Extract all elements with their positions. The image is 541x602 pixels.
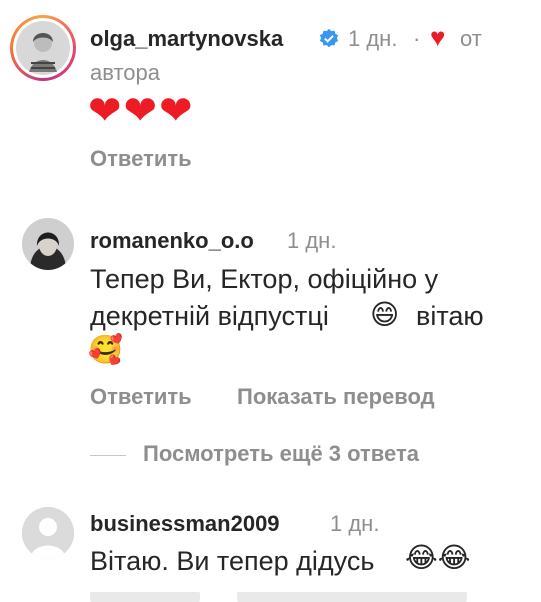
replies-divider <box>90 455 126 456</box>
avatar-businessman[interactable] <box>22 507 74 559</box>
time-romanenko: 1 дн. <box>287 228 337 253</box>
hug-emoji: 🥰 <box>88 333 123 366</box>
comment-line-1: Тепер Ви, Ектор, офіційно у <box>90 264 439 294</box>
reply-button-romanenko[interactable]: Ответить <box>90 384 192 410</box>
avatar-image <box>22 218 74 270</box>
time-businessman: 1 дн. <box>330 511 380 536</box>
comment-line-2a: декретній відпустці <box>90 301 329 331</box>
avatar-olga <box>13 18 73 78</box>
story-ring[interactable] <box>10 15 76 81</box>
verified-badge-icon <box>319 28 339 48</box>
separator-dot: · <box>413 26 421 51</box>
by-author-label: от <box>460 26 482 51</box>
username-businessman[interactable]: businessman2009 <box>90 511 280 537</box>
comment-text-olga: ❤❤❤ <box>88 88 195 134</box>
cutoff-actions-placeholder-2 <box>237 592 467 602</box>
grin-emoji: 😄 <box>370 298 400 331</box>
reply-button-olga[interactable]: Ответить <box>90 146 192 172</box>
time-olga: 1 дн. <box>348 26 398 51</box>
avatar-romanenko[interactable] <box>22 218 74 270</box>
cutoff-actions-placeholder <box>90 592 200 602</box>
default-avatar-icon <box>22 507 74 559</box>
comment-text-businessman: Вітаю. Ви тепер дідусь <box>90 546 375 576</box>
heart-icon: ♥ <box>430 22 446 52</box>
translate-button[interactable]: Показать перевод <box>237 384 435 410</box>
laugh-emoji: 😂😂 <box>405 541 471 574</box>
avatar-image <box>16 21 70 75</box>
view-replies-button[interactable]: Посмотреть ещё 3 ответа <box>143 441 419 467</box>
by-author-label-2: автора <box>90 60 160 85</box>
username-olga[interactable]: olga_martynovska <box>90 26 283 52</box>
comment-line-2b: вітаю <box>416 301 484 331</box>
username-romanenko[interactable]: romanenko_o.o <box>90 228 254 254</box>
